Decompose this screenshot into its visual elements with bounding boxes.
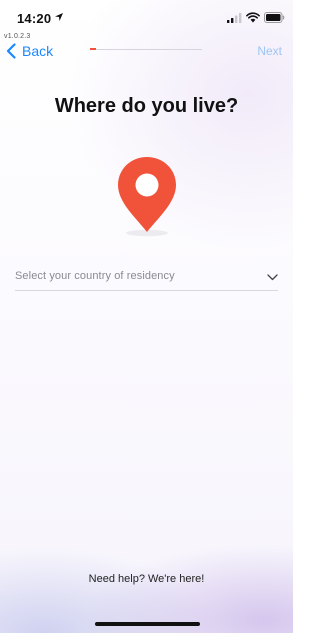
wifi-icon bbox=[246, 12, 260, 23]
signal-icon bbox=[227, 13, 242, 23]
back-button-label: Back bbox=[22, 43, 54, 59]
home-indicator bbox=[95, 622, 200, 626]
country-select-placeholder: Select your country of residency bbox=[15, 270, 175, 282]
progress-fill bbox=[90, 48, 96, 50]
chevron-left-icon bbox=[6, 43, 16, 59]
onboarding-progress-bar bbox=[90, 48, 202, 50]
app-version: v1.0.2.3 bbox=[4, 33, 31, 40]
battery-icon bbox=[264, 12, 285, 23]
chevron-down-icon bbox=[267, 274, 278, 281]
page-title: Where do you live? bbox=[54, 95, 239, 117]
location-pin-icon bbox=[118, 157, 176, 237]
screen: 14:20 v1.0.2.3 Back Next Where do you li… bbox=[0, 0, 293, 633]
back-button[interactable]: Back bbox=[6, 41, 53, 61]
status-time: 14:20 bbox=[17, 11, 52, 26]
country-select[interactable]: Select your country of residency bbox=[15, 265, 278, 291]
next-button[interactable]: Next bbox=[257, 44, 282, 58]
status-bar: 14:20 bbox=[0, 0, 293, 34]
location-arrow-icon bbox=[55, 13, 63, 21]
help-link[interactable]: Need help? We're here! bbox=[0, 573, 293, 585]
